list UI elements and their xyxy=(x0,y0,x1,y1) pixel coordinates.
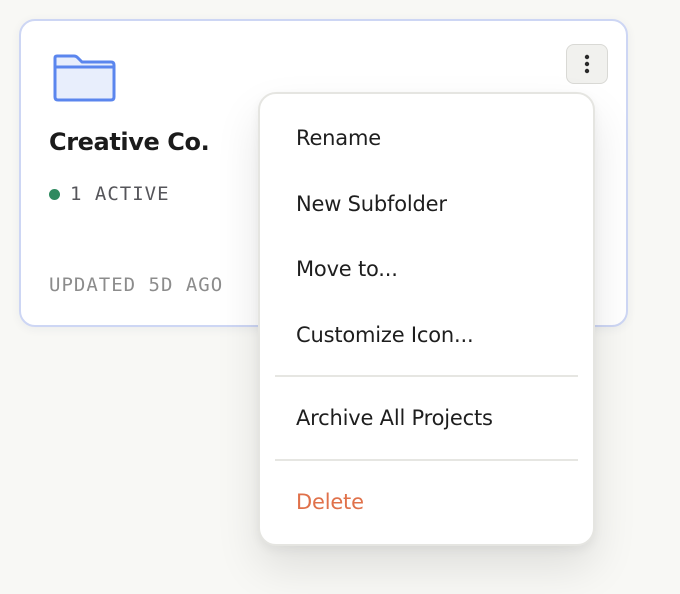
active-count-label: 1 ACTIVE xyxy=(70,183,170,205)
more-vertical-icon xyxy=(584,54,590,74)
folder-title: Creative Co. xyxy=(49,128,210,156)
folder-context-menu: Rename New Subfolder Move to... Customiz… xyxy=(258,92,595,546)
menu-divider xyxy=(275,459,578,461)
menu-item-new-subfolder[interactable]: New Subfolder xyxy=(260,179,593,229)
more-options-button[interactable] xyxy=(566,44,608,84)
menu-divider xyxy=(275,375,578,377)
menu-item-rename[interactable]: Rename xyxy=(260,113,593,163)
folder-icon xyxy=(51,53,117,103)
status-dot xyxy=(49,188,60,200)
updated-timestamp: UPDATED 5D AGO xyxy=(49,274,224,296)
menu-item-move-to[interactable]: Move to... xyxy=(260,244,593,294)
menu-item-delete[interactable]: Delete xyxy=(260,477,593,527)
active-status: 1 ACTIVE xyxy=(49,183,170,205)
menu-item-customize-icon[interactable]: Customize Icon... xyxy=(260,310,593,360)
menu-item-archive-all-projects[interactable]: Archive All Projects xyxy=(260,393,593,443)
